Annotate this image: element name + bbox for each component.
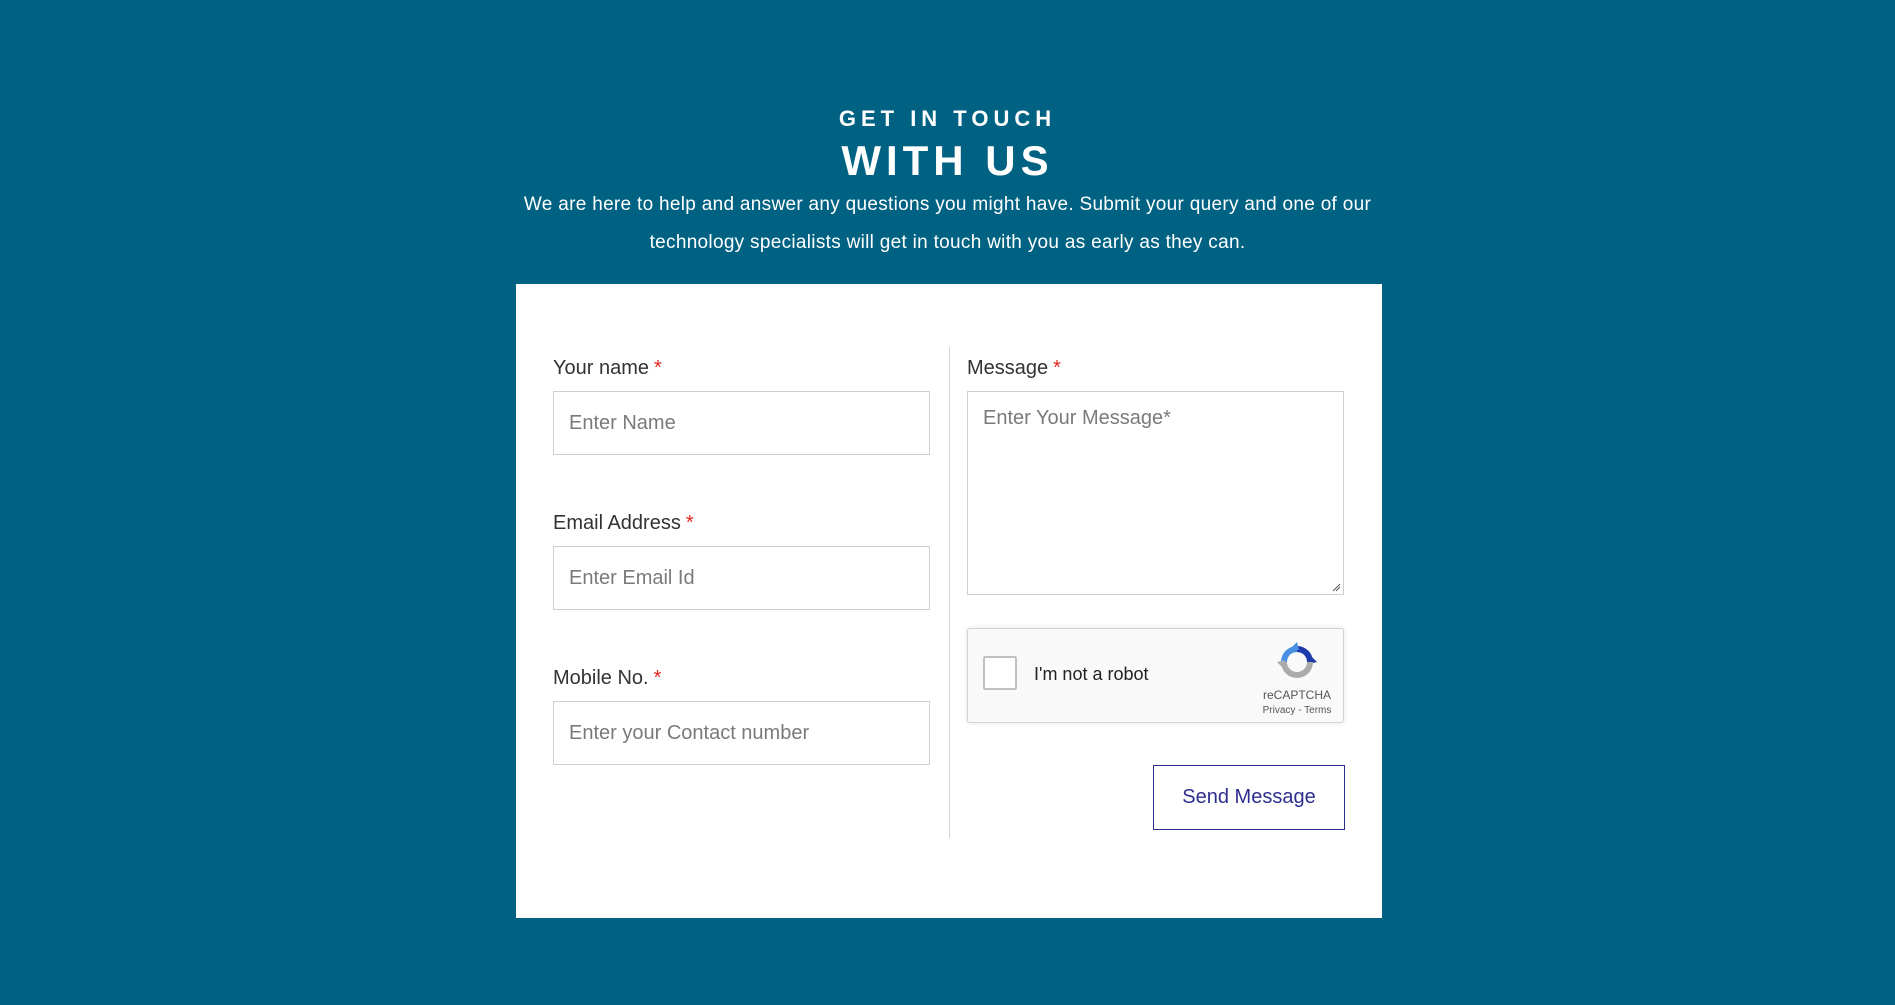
section-intro: We are here to help and answer any quest… bbox=[523, 194, 1372, 253]
recaptcha-logo-icon bbox=[1277, 642, 1317, 678]
recaptcha-link-separator: - bbox=[1298, 705, 1302, 716]
name-label-text: Your name bbox=[553, 357, 649, 379]
column-divider bbox=[949, 347, 950, 838]
email-input[interactable] bbox=[553, 546, 930, 610]
recaptcha-privacy-link[interactable]: Privacy bbox=[1263, 705, 1296, 716]
name-required-mark: * bbox=[654, 357, 662, 379]
name-input[interactable] bbox=[553, 391, 930, 455]
email-label: Email Address * bbox=[553, 511, 694, 535]
email-required-mark: * bbox=[685, 512, 694, 534]
recaptcha-label: I'm not a robot bbox=[1034, 664, 1149, 684]
name-label: Your name * bbox=[553, 356, 662, 380]
message-textarea[interactable] bbox=[967, 391, 1344, 595]
recaptcha-links: Privacy - Terms bbox=[1248, 705, 1346, 716]
mobile-label-text: Mobile No. bbox=[553, 667, 649, 689]
section-title: WITH US bbox=[841, 137, 1054, 184]
send-message-button[interactable]: Send Message bbox=[1153, 765, 1345, 830]
recaptcha-terms-link[interactable]: Terms bbox=[1304, 705, 1331, 716]
section-eyebrow: GET IN TOUCH bbox=[838, 106, 1057, 131]
recaptcha-widget: I'm not a robot reCAPTCHA Privacy - Term… bbox=[967, 628, 1344, 723]
mobile-input[interactable] bbox=[553, 701, 930, 765]
mobile-required-mark: * bbox=[653, 667, 662, 689]
recaptcha-checkbox[interactable] bbox=[983, 656, 1017, 690]
message-label-text: Message bbox=[967, 357, 1049, 379]
contact-form-card: Your name* Email Address* Mobile No.* Me… bbox=[516, 284, 1382, 918]
resize-grip-icon[interactable] bbox=[1331, 582, 1341, 592]
email-label-text: Email Address bbox=[553, 512, 681, 534]
message-required-mark: * bbox=[1053, 357, 1061, 379]
mobile-label: Mobile No. * bbox=[553, 666, 661, 690]
recaptcha-brand: reCAPTCHA bbox=[1262, 688, 1331, 702]
message-label: Message * bbox=[967, 356, 1061, 380]
